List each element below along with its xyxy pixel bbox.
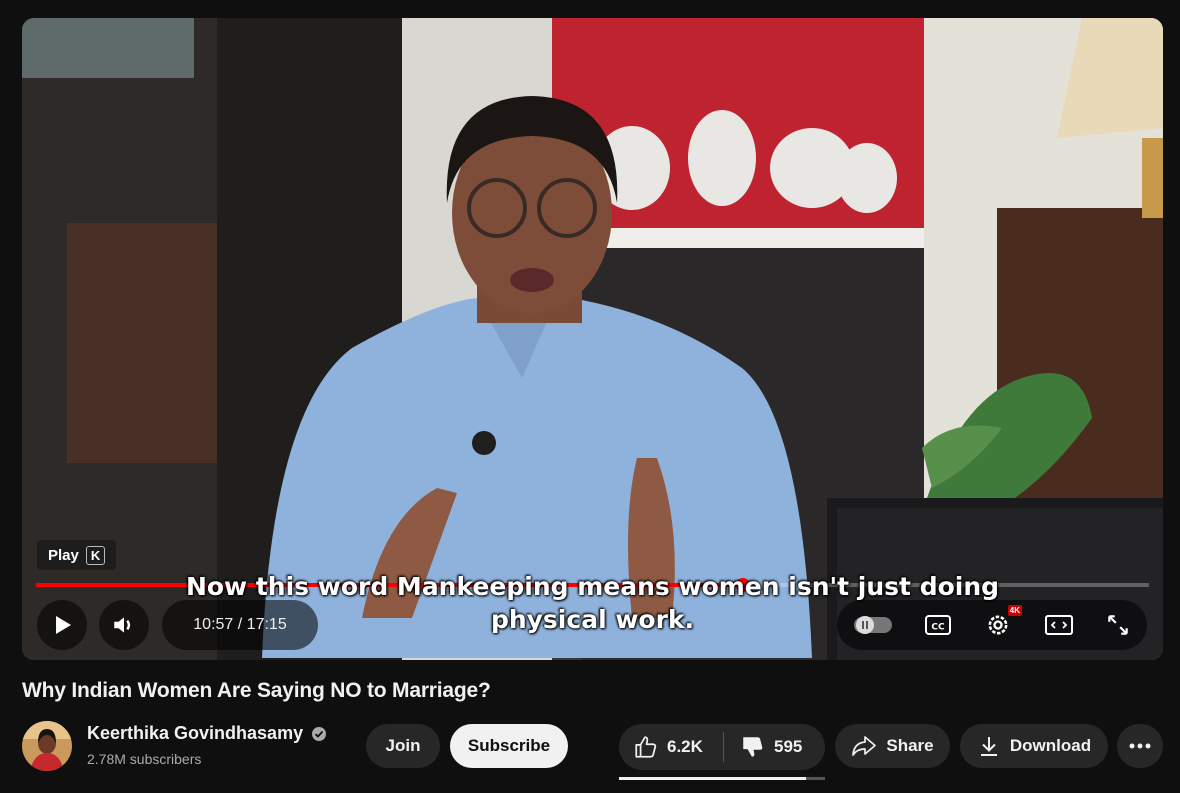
- autoplay-toggle[interactable]: [853, 614, 893, 636]
- like-dislike-group: 6.2K 595: [619, 724, 825, 770]
- dislike-count: 595: [774, 737, 803, 756]
- share-button[interactable]: Share: [835, 724, 950, 768]
- dislike-button[interactable]: 595: [724, 734, 802, 760]
- subtitles-button[interactable]: CC: [924, 613, 952, 637]
- cc-icon: CC: [925, 615, 952, 635]
- video-title: Why Indian Women Are Saying NO to Marria…: [22, 679, 491, 702]
- theater-mode-button[interactable]: [1044, 613, 1074, 637]
- autoplay-toggle-icon: [853, 616, 892, 634]
- channel-avatar[interactable]: [22, 721, 72, 771]
- channel-name[interactable]: Keerthika Govindhasamy: [87, 723, 327, 744]
- volume-button[interactable]: [99, 600, 149, 650]
- like-ratio-fill: [619, 777, 807, 780]
- subscriber-count: 2.78M subscribers: [87, 751, 202, 767]
- progress-bar[interactable]: [36, 578, 1149, 592]
- play-tooltip: Play K: [37, 540, 117, 570]
- more-actions-button[interactable]: [1117, 724, 1163, 768]
- theater-icon: [1044, 615, 1073, 635]
- download-button[interactable]: Download: [960, 724, 1108, 768]
- quality-badge: 4K: [1007, 605, 1022, 616]
- subscribe-button[interactable]: Subscribe: [450, 724, 568, 768]
- avatar-image: [22, 721, 72, 771]
- thumbs-down-icon: [743, 737, 763, 757]
- share-label: Share: [886, 736, 934, 755]
- settings-button[interactable]: 4K: [984, 605, 1022, 639]
- shortcut-key: K: [85, 545, 106, 565]
- scrubber-handle[interactable]: [735, 578, 750, 592]
- more-horizontal-icon: [1129, 743, 1151, 749]
- like-ratio-bar: [619, 777, 825, 780]
- time-separator: /: [233, 616, 247, 633]
- progress-played: [36, 583, 743, 587]
- share-icon: [852, 736, 877, 756]
- duration: 17:15: [246, 616, 287, 633]
- thumbs-up-icon: [635, 736, 657, 758]
- like-count: 6.2K: [667, 737, 703, 756]
- download-label: Download: [1009, 736, 1092, 755]
- time-display: 10:57 / 17:15: [162, 600, 318, 650]
- right-controls: CC 4K: [837, 600, 1147, 650]
- verified-check-icon: [312, 726, 327, 741]
- current-time: 10:57: [193, 616, 234, 633]
- volume-icon: [114, 617, 131, 633]
- fullscreen-icon: [1108, 615, 1128, 635]
- svg-text:CC: CC: [932, 623, 946, 633]
- video-player[interactable]: Play K 10:57 / 17:15 Now this word Manke…: [22, 18, 1163, 660]
- play-icon: [56, 616, 71, 634]
- fullscreen-button[interactable]: [1105, 612, 1131, 638]
- play-button[interactable]: [37, 600, 87, 650]
- download-icon: [980, 737, 997, 756]
- channel-name-text[interactable]: Keerthika Govindhasamy: [87, 723, 303, 744]
- like-button[interactable]: 6.2K: [619, 734, 723, 760]
- tooltip-label: Play: [48, 546, 79, 564]
- join-button[interactable]: Join: [366, 724, 440, 768]
